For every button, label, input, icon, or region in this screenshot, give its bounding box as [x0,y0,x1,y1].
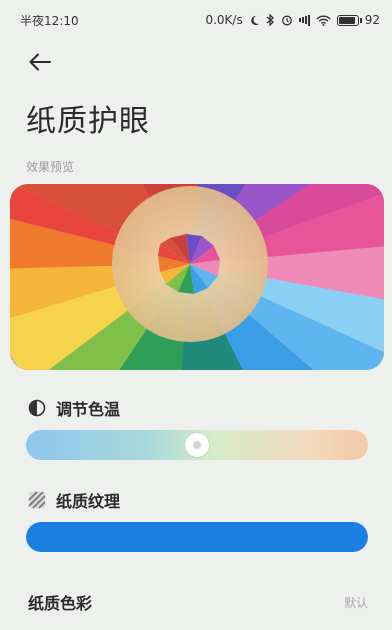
wifi-icon [316,15,331,26]
color-temperature-label: 调节色温 [56,400,121,419]
preview-image [10,184,384,370]
paper-texture-row: 纸质纹理 [28,488,120,512]
color-temperature-row: 调节色温 [28,396,120,420]
paper-texture-fill [26,522,368,552]
paper-texture-label: 纸质纹理 [56,492,121,511]
back-button[interactable] [24,46,56,78]
paper-texture-slider[interactable] [26,522,368,552]
texture-stripes-icon [28,491,46,509]
color-temperature-slider[interactable] [26,430,368,460]
half-circle-contrast-icon [28,399,46,417]
battery-level: 92 [364,13,380,27]
status-time: 半夜12:10 [20,13,79,28]
color-temperature-thumb[interactable] [185,433,209,457]
paper-color-label[interactable]: 纸质色彩 [28,590,92,614]
page-title: 纸质护眼 [26,104,150,139]
status-bar: 半夜12:10 0.0K/s 92 [0,0,392,40]
battery-icon: 92 [336,13,380,27]
moon-icon [249,15,260,26]
alarm-icon [281,14,293,26]
arrow-left-icon [29,53,51,71]
cellular-signal-icon [298,14,310,26]
preview-caption: 效果预览 [26,160,75,174]
bluetooth-icon [266,14,275,26]
status-icons: 0.0K/s 92 [205,13,380,27]
net-speed: 0.0K/s [205,13,243,27]
paper-color-value: 默认 [343,596,368,610]
